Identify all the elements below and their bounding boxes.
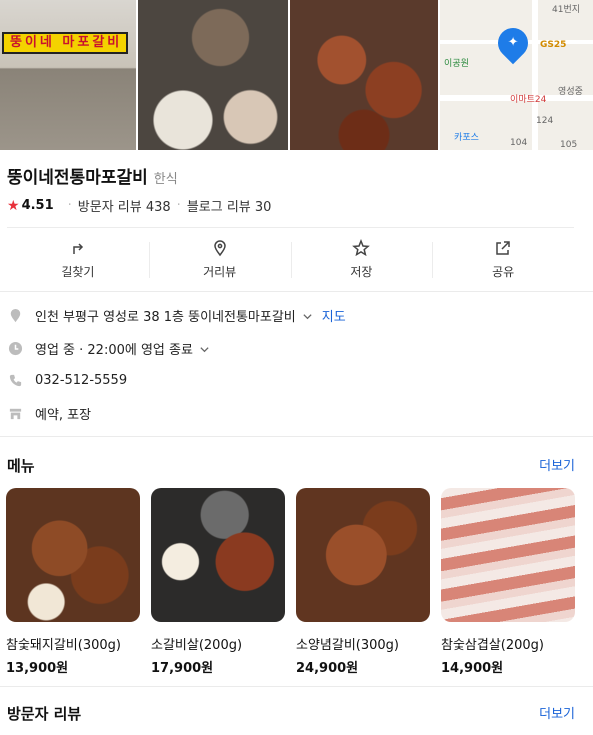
action-label: 저장 bbox=[350, 265, 373, 279]
action-label: 거리뷰 bbox=[203, 265, 237, 279]
reviews-section-title: 방문자 리뷰 bbox=[7, 705, 82, 723]
map-thumbnail[interactable]: GS25 이공원 이마트24 영성중 카포스 124 104 105 41번지 … bbox=[440, 0, 593, 150]
save-button[interactable]: 저장 bbox=[290, 228, 433, 291]
separator-dot: · bbox=[67, 198, 72, 213]
blog-review-count[interactable]: 블로그 리뷰 30 bbox=[187, 196, 272, 215]
address-text: 인천 부평구 영성로 38 1층 뚱이네전통마포갈비 bbox=[35, 310, 296, 325]
menu-photo[interactable] bbox=[6, 488, 140, 622]
phone-number[interactable]: 032-512-5559 bbox=[35, 373, 127, 388]
menu-item-price: 24,900원 bbox=[296, 661, 359, 676]
menu-item[interactable]: 참숯돼지갈비(300g) 13,900원 bbox=[6, 488, 140, 676]
menu-section-title: 메뉴 bbox=[7, 457, 35, 475]
store-icon bbox=[7, 406, 23, 422]
storefront-photo[interactable]: 뚱이네 마포갈비 bbox=[0, 0, 137, 150]
menu-photo[interactable] bbox=[151, 488, 285, 622]
place-header: 뚱이네전통마포갈비 한식 bbox=[7, 163, 178, 188]
star-icon: ★ bbox=[7, 197, 20, 214]
menu-item-name: 소양념갈비(300g) bbox=[296, 638, 400, 653]
divider bbox=[0, 686, 593, 687]
divider bbox=[0, 436, 593, 437]
table-photo[interactable] bbox=[138, 0, 289, 150]
menu-item-price: 14,900원 bbox=[441, 661, 504, 676]
address-row: 인천 부평구 영성로 38 1층 뚱이네전통마포갈비 지도 bbox=[7, 306, 346, 325]
menu-list: 참숯돼지갈비(300g) 13,900원 소갈비살(200g) 17,900원 … bbox=[6, 488, 575, 676]
directions-icon bbox=[73, 243, 83, 254]
visitor-review-count[interactable]: 방문자 리뷰 438 bbox=[78, 196, 171, 215]
menu-item-price: 17,900원 bbox=[151, 661, 214, 676]
menu-item-name: 소갈비살(200g) bbox=[151, 638, 243, 653]
hours-row: 영업 중 · 22:00에 영업 종료 bbox=[7, 339, 209, 358]
photo-strip[interactable]: 뚱이네 마포갈비 GS25 이공원 이마트24 영성중 카포스 124 104 … bbox=[0, 0, 593, 150]
location-pin-icon bbox=[7, 308, 23, 324]
share-button[interactable]: 공유 bbox=[432, 228, 574, 291]
menu-item-name: 참숯돼지갈비(300g) bbox=[6, 638, 121, 653]
action-label: 공유 bbox=[492, 265, 515, 279]
menu-item[interactable]: 소갈비살(200g) 17,900원 bbox=[151, 488, 285, 676]
action-label: 길찾기 bbox=[61, 265, 95, 279]
reviews-more-link[interactable]: 더보기 bbox=[539, 703, 575, 722]
menu-photo[interactable] bbox=[296, 488, 430, 622]
pin-outline-icon bbox=[213, 240, 226, 257]
phone-row: 032-512-5559 bbox=[7, 372, 127, 388]
action-bar: 길찾기 거리뷰 저장 공유 bbox=[7, 227, 574, 291]
grill-photo[interactable] bbox=[290, 0, 439, 150]
place-category: 한식 bbox=[153, 172, 178, 187]
phone-icon bbox=[7, 372, 23, 388]
menu-item-price: 13,900원 bbox=[6, 661, 69, 676]
map-label: 영성중 bbox=[558, 87, 583, 97]
menu-item[interactable]: 참숯삼겹살(200g) 14,900원 bbox=[441, 488, 575, 676]
menu-item[interactable]: 소양념갈비(300g) 24,900원 bbox=[296, 488, 430, 676]
store-sign: 뚱이네 마포갈비 bbox=[2, 32, 128, 54]
divider bbox=[0, 291, 593, 292]
map-road bbox=[532, 0, 539, 150]
map-label: 105 bbox=[560, 140, 578, 150]
map-link[interactable]: 지도 bbox=[322, 306, 346, 325]
menu-item-name: 참숯삼겹살(200g) bbox=[441, 638, 545, 653]
star-outline-icon bbox=[352, 239, 371, 257]
share-icon bbox=[496, 241, 510, 255]
hours-text: 영업 중 · 22:00에 영업 종료 bbox=[35, 343, 193, 358]
rating-value: 4.51 bbox=[21, 198, 54, 213]
directions-button[interactable]: 길찾기 bbox=[7, 228, 149, 291]
services-row: 예약, 포장 bbox=[7, 404, 91, 423]
map-label: GS25 bbox=[540, 40, 567, 50]
menu-photo[interactable] bbox=[441, 488, 575, 622]
map-label: 이공원 bbox=[444, 59, 469, 69]
chevron-down-icon[interactable] bbox=[302, 311, 312, 321]
separator-dot: · bbox=[176, 198, 181, 213]
map-label: 이마트24 bbox=[510, 95, 547, 105]
map-label: 124 bbox=[536, 116, 554, 126]
fork-knife-icon: ✦ bbox=[507, 35, 519, 50]
menu-more-link[interactable]: 더보기 bbox=[539, 455, 575, 474]
place-name: 뚱이네전통마포갈비 bbox=[7, 168, 148, 188]
street-view-button[interactable]: 거리뷰 bbox=[148, 228, 291, 291]
chevron-down-icon[interactable] bbox=[199, 344, 209, 354]
services-text: 예약, 포장 bbox=[35, 408, 92, 423]
clock-icon bbox=[7, 341, 23, 357]
map-label: 41번지 bbox=[552, 5, 581, 15]
map-label: 104 bbox=[510, 138, 528, 148]
rating-row: ★ 4.51 · 방문자 리뷰 438 · 블로그 리뷰 30 bbox=[7, 196, 272, 216]
map-label: 카포스 bbox=[454, 133, 479, 143]
